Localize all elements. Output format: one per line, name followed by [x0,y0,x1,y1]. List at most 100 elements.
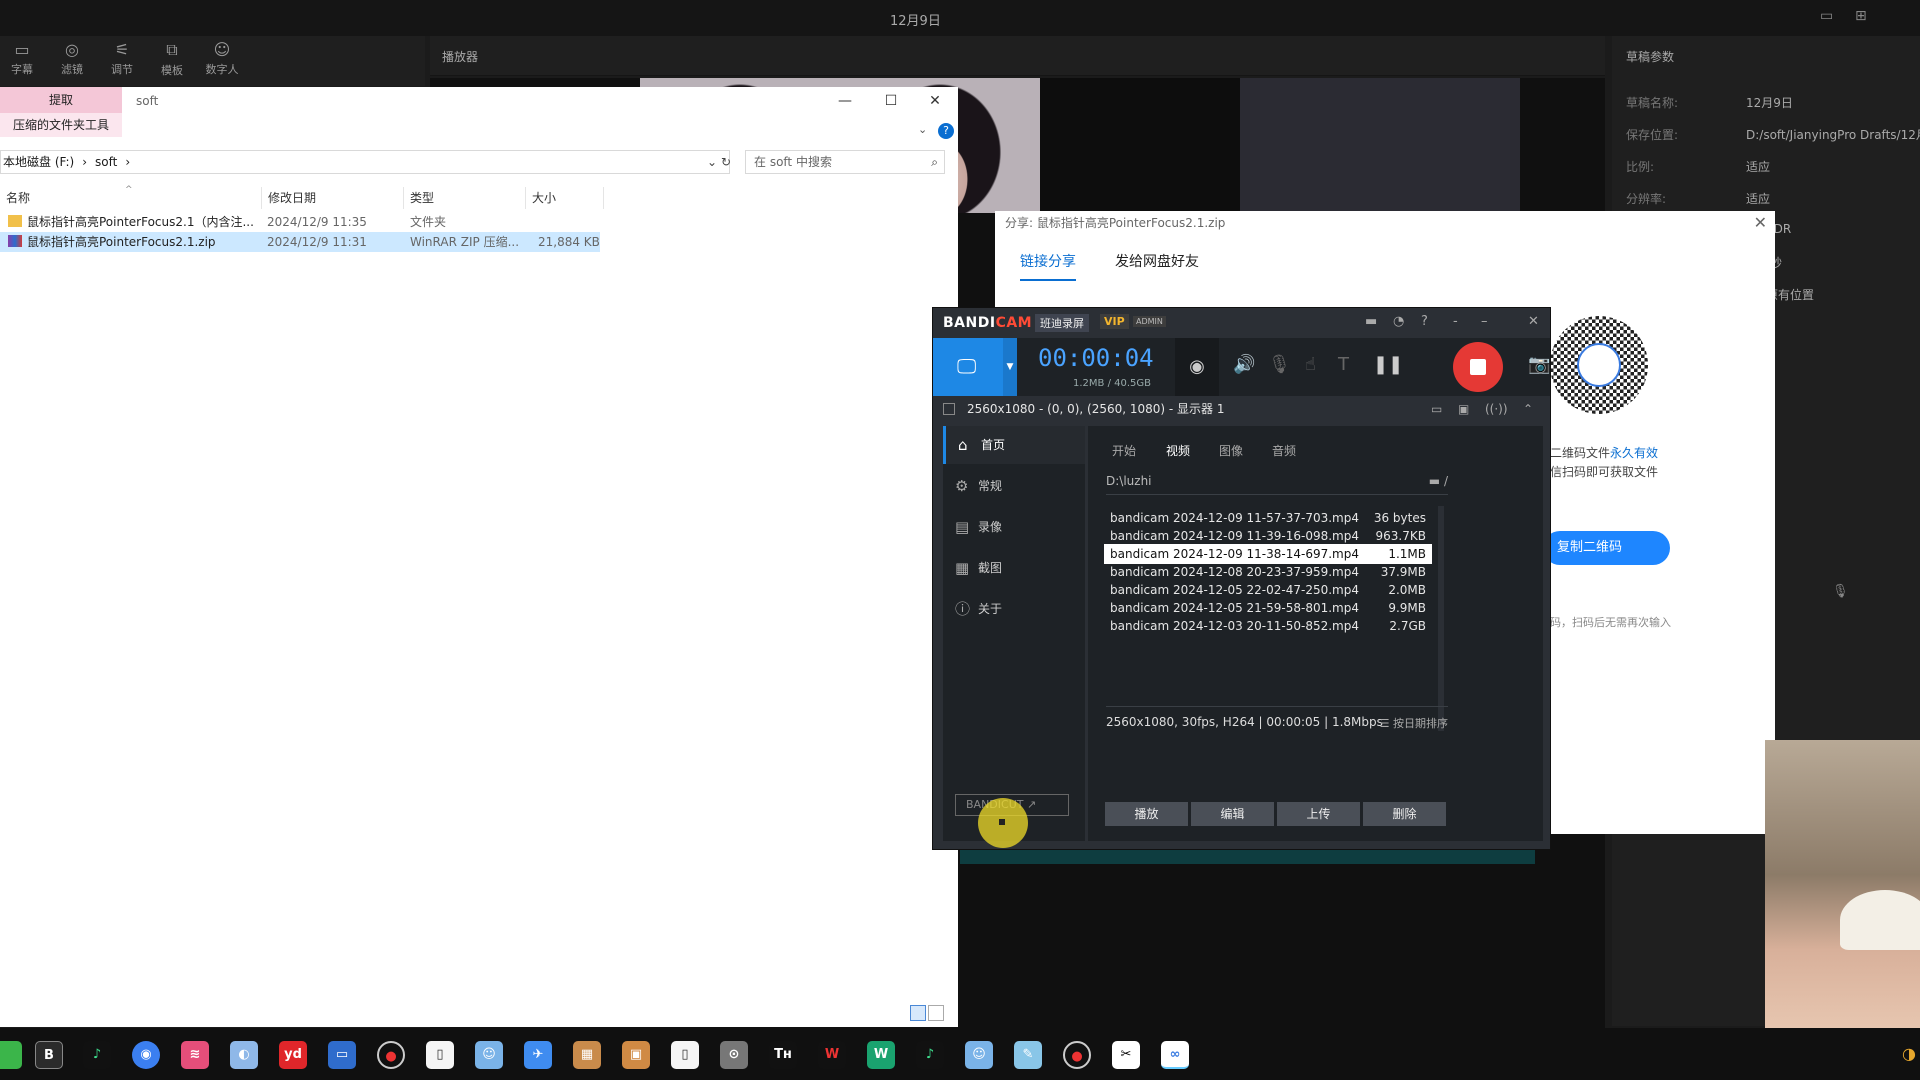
baidu-netdisk-icon[interactable]: ∞ [1161,1041,1189,1069]
copy-qr-button[interactable]: 复制二维码 [1543,531,1670,565]
column-header-size[interactable]: 大小 [526,187,604,209]
chrome-icon[interactable]: ◉ [132,1041,160,1069]
tool-adjust[interactable]: ⚟ 调节 [100,40,144,77]
upload-button[interactable]: 上传 [1277,802,1360,826]
recording-row[interactable]: bandicam 2024-12-05 22-02-47-250.mp4 2.0M… [1104,580,1432,600]
close-icon[interactable]: ✕ [1754,213,1767,232]
tool-template[interactable]: ⧉ 模板 [150,40,194,78]
tab-extract[interactable]: 提取 [0,87,122,113]
mic-off-icon[interactable]: 🎙 [1268,354,1291,375]
grid-icon[interactable]: ⊞ [1855,8,1867,24]
layout-icon[interactable]: ▭ [1820,8,1833,24]
nav-screenshot[interactable]: ▦ 截图 [943,549,1085,587]
column-header-name[interactable]: 名称 ^ [0,185,262,209]
nav-general[interactable]: ⚙ 常规 [943,467,1085,505]
camera-screenshot-icon[interactable]: 📷 [1528,354,1550,375]
recording-row[interactable]: bandicam 2024-12-05 21-59-58-801.mp4 9.9M… [1104,598,1432,618]
wps-sheet-icon[interactable]: W [867,1041,895,1069]
help-icon[interactable]: ? [938,123,954,139]
nav-about[interactable]: ⓘ 关于 [943,590,1085,628]
map-icon[interactable]: ▦ [573,1041,601,1069]
avatar-icon[interactable]: ☺ [475,1041,503,1069]
minimize-button[interactable]: — [822,87,868,115]
minimize-button[interactable]: - [1453,314,1458,329]
avatar2-icon[interactable]: ☺ [965,1041,993,1069]
file-row[interactable]: 鼠标指针高亮PointerFocus2.1（内含注... 2024/12/9 1… [0,212,600,232]
gallery-icon[interactable]: ▣ [622,1041,650,1069]
tab-link-share[interactable]: 链接分享 [1020,251,1076,281]
recording-row[interactable]: bandicam 2024-12-09 11-39-16-098.mp4 963.… [1104,526,1432,546]
text-overlay-icon[interactable]: T [1338,354,1349,375]
tab-image[interactable]: 图像 [1219,442,1243,459]
tool-digital-human[interactable]: ☺ 数字人 [200,40,244,77]
edit-button[interactable]: 编辑 [1191,802,1274,826]
capcut-icon[interactable]: ✂ [1112,1041,1140,1069]
mic-icon[interactable]: 🎙 [1832,584,1849,599]
pause-icon[interactable]: ❚❚ [1373,354,1403,375]
close-button[interactable]: ✕ [912,87,958,115]
close-button[interactable]: ✕ [1528,314,1539,329]
tray-icon[interactable]: ◑ [1902,1044,1916,1063]
edit-icon[interactable]: ✎ [1014,1041,1042,1069]
image-icon[interactable]: ▣ [1458,396,1469,422]
nav-video[interactable]: ▤ 录像 [943,508,1085,546]
typora-icon[interactable]: Tʜ [769,1041,797,1069]
wechat-icon[interactable] [0,1041,22,1069]
breadcrumb-drive[interactable]: 本地磁盘 (F:) [3,155,74,169]
maximize-button[interactable]: ☐ [868,87,914,115]
douyin2-icon[interactable]: ♪ [916,1041,944,1069]
maximize-button[interactable]: – [1481,314,1488,329]
cursor-effect-icon[interactable]: ☝ [1305,354,1316,375]
recording-row[interactable]: bandicam 2024-12-09 11-57-37-703.mp4 36 b… [1104,508,1432,528]
nav-home[interactable]: ⌂ 首页 [943,426,1085,464]
search-input[interactable]: 在 soft 中搜索 ⌕ [745,150,945,174]
column-header-date[interactable]: 修改日期 [262,187,404,209]
douyin-icon[interactable]: ♪ [83,1041,111,1069]
speaker-icon[interactable]: 🔊 [1233,354,1255,375]
folder-icon[interactable]: ▬ [1365,314,1377,329]
list-scrollbar[interactable] [1438,506,1444,731]
recording-row[interactable]: bandicam 2024-12-09 11-38-14-697.mp4 1.1M… [1104,544,1432,564]
tool-subtitle[interactable]: ▭ 字幕 [0,40,44,77]
record-icon[interactable]: ● [377,1041,405,1069]
youdao-icon[interactable]: yd [279,1041,307,1069]
recording-row[interactable]: bandicam 2024-12-03 20-11-50-852.mp4 2.7G… [1104,616,1432,636]
view-toggle[interactable] [910,1005,948,1023]
feishu-icon[interactable]: ✈ [524,1041,552,1069]
search-icon[interactable]: ⌕ [931,151,938,173]
chevron-down-icon[interactable]: ⌄ [918,123,927,136]
stop-record-button[interactable] [1453,342,1503,392]
tab-audio[interactable]: 音频 [1272,442,1296,459]
tab-compressed-tools[interactable]: 压缩的文件夹工具 [0,113,122,137]
notes-icon[interactable]: ▯ [426,1041,454,1069]
region-checkbox[interactable] [943,403,955,415]
recording-row[interactable]: bandicam 2024-12-08 20-23-37-959.mp4 37.9… [1104,562,1432,582]
webcam-icon[interactable]: ◉ [1175,338,1219,396]
tab-start[interactable]: 开始 [1112,442,1136,459]
screen-mode-button[interactable]: 🖵 [933,338,1003,396]
mode-dropdown[interactable]: ▼ [1003,338,1017,396]
document-icon[interactable]: ▯ [671,1041,699,1069]
collapse-icon[interactable]: ⌃ [1523,396,1533,422]
lark-icon[interactable]: ≋ [181,1041,209,1069]
open-folder-icon[interactable]: ▬ / [1429,474,1448,488]
delete-button[interactable]: 删除 [1363,802,1446,826]
tiles-view-icon[interactable] [928,1005,944,1021]
tab-video[interactable]: 视频 [1166,442,1190,459]
tool-filter[interactable]: ◎ 滤镜 [50,40,94,77]
details-view-icon[interactable] [910,1005,926,1021]
photos-icon[interactable]: ◐ [230,1041,258,1069]
refresh-icon[interactable]: ↻ [715,150,737,174]
wps-icon[interactable]: W [818,1041,846,1069]
obs-icon[interactable]: ⊙ [720,1041,748,1069]
breadcrumb-folder[interactable]: soft [95,155,117,169]
window-icon[interactable]: ▭ [328,1041,356,1069]
tab-send-to-friend[interactable]: 发给网盘好友 [1115,251,1199,271]
bd-icon[interactable]: B [35,1041,63,1069]
broadcast-icon[interactable]: ((·)) [1485,396,1508,422]
play-button[interactable]: 播放 [1105,802,1188,826]
bandicam-task-icon[interactable]: ● [1063,1041,1091,1069]
video-icon[interactable]: ▭ [1431,396,1442,422]
sort-by-date-button[interactable]: ☰ 按日期排序 [1380,715,1448,731]
clock-icon[interactable]: ◔ [1393,314,1404,329]
